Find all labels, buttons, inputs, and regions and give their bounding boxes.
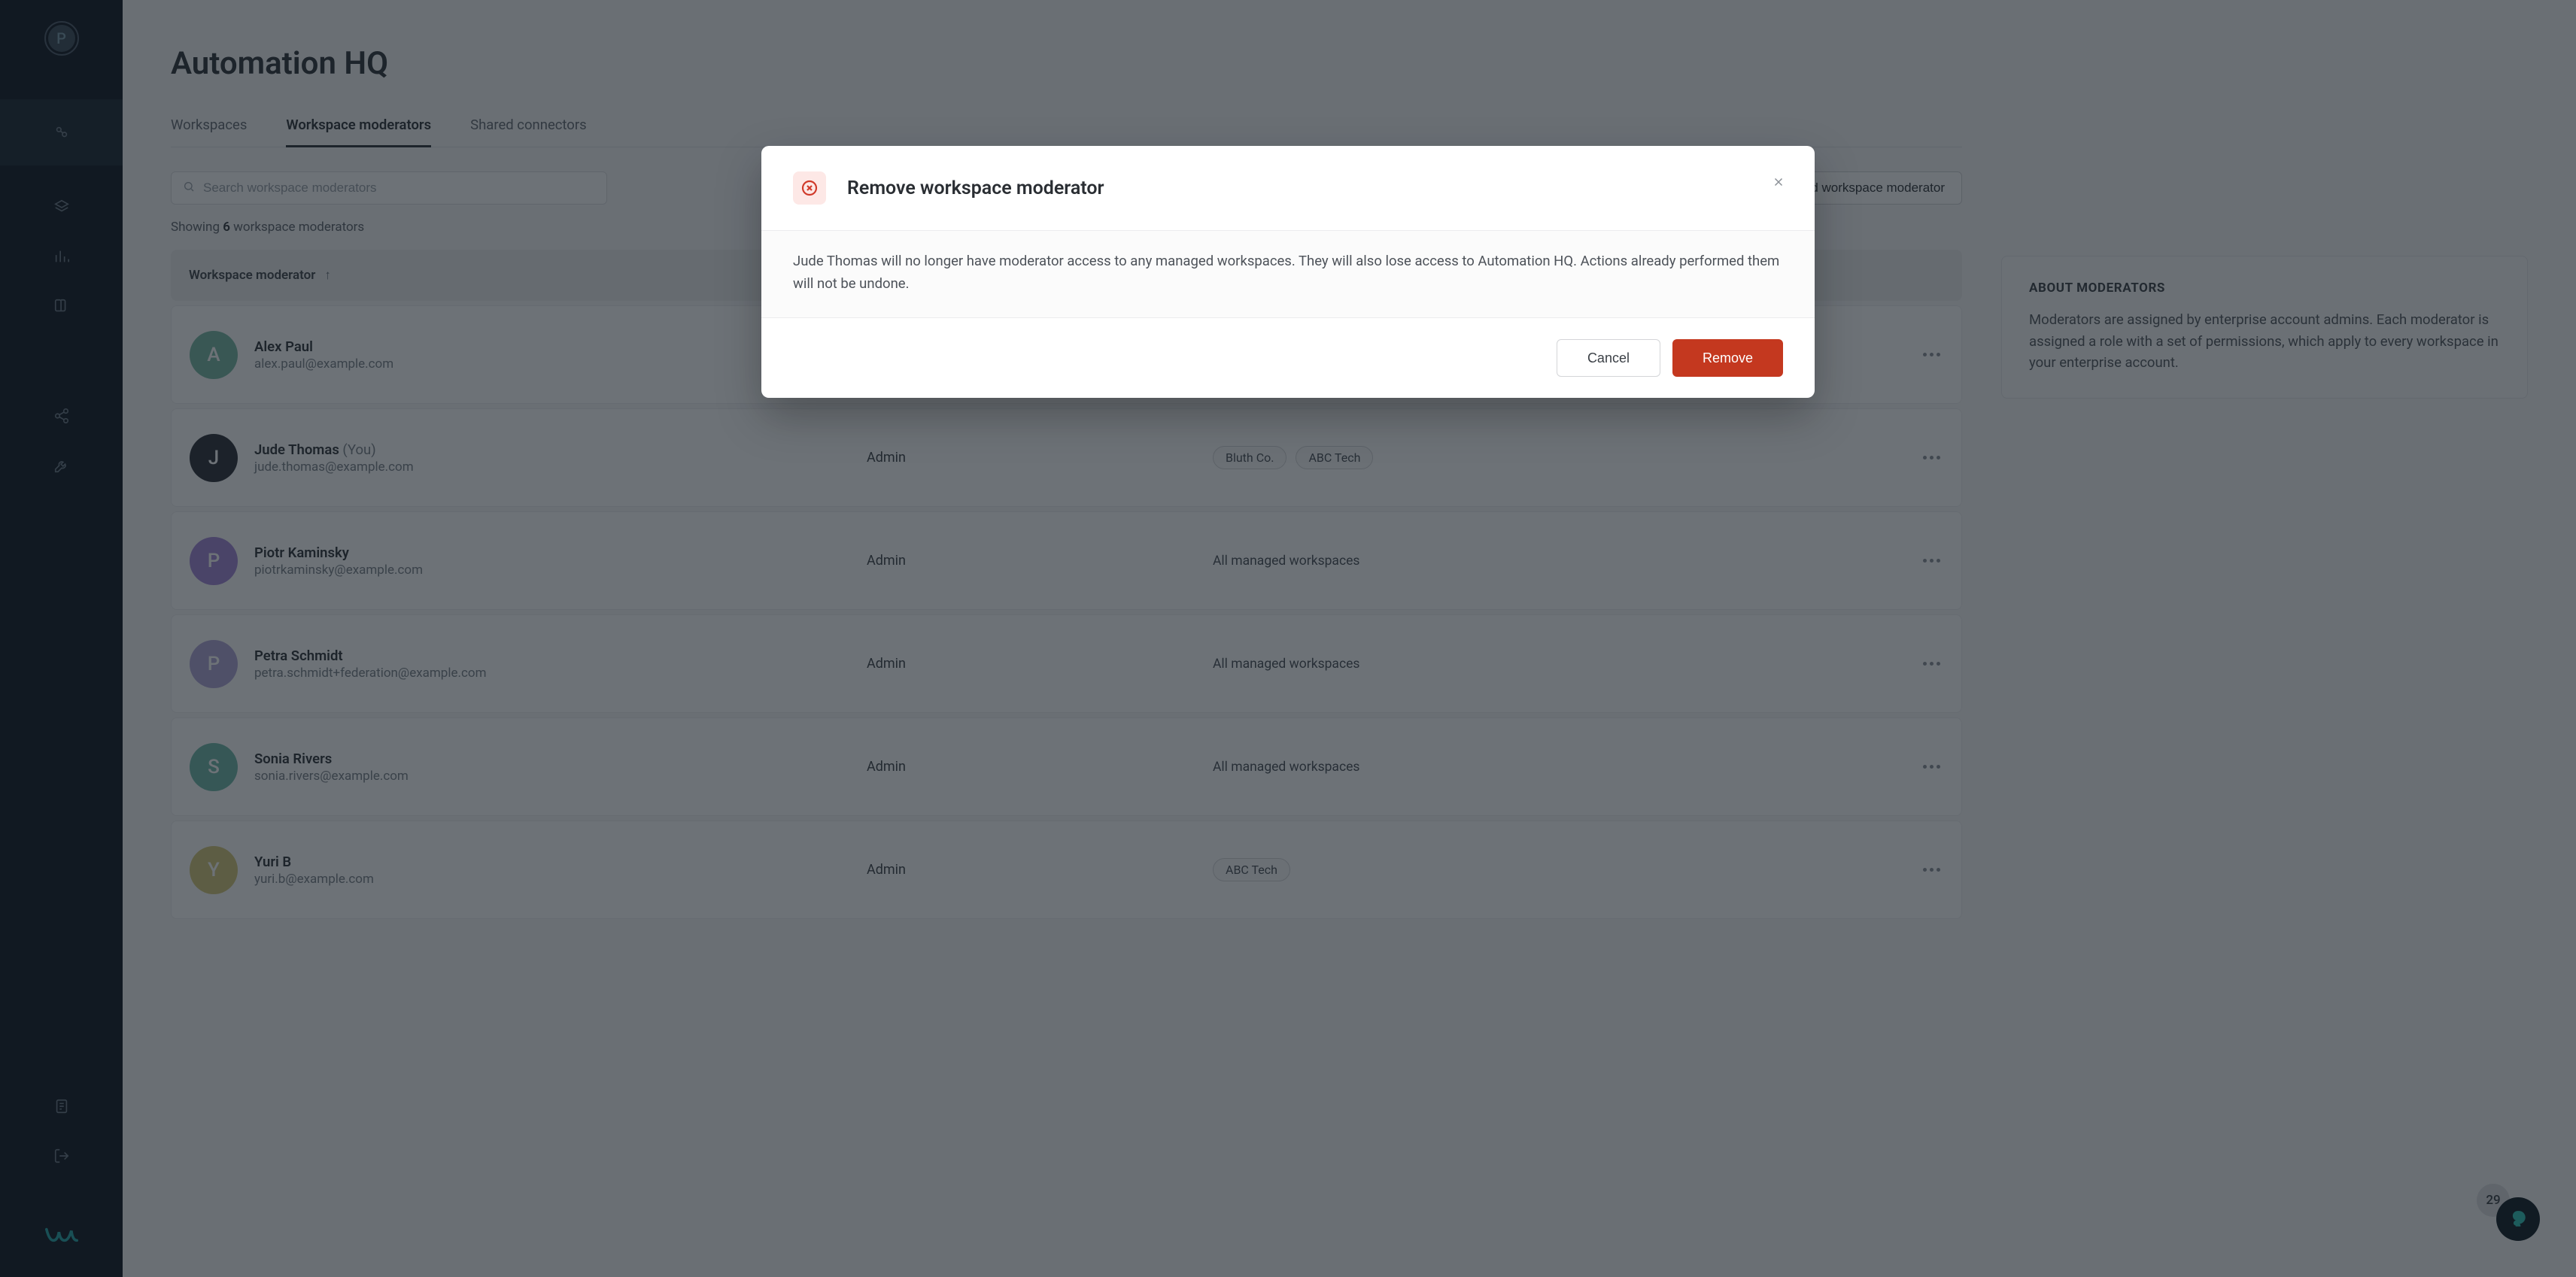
close-icon[interactable] bbox=[1769, 173, 1788, 191]
cancel-button[interactable]: Cancel bbox=[1557, 339, 1660, 377]
remove-moderator-modal: Remove workspace moderator Jude Thomas w… bbox=[761, 146, 1815, 398]
modal-title: Remove workspace moderator bbox=[847, 177, 1104, 199]
remove-button[interactable]: Remove bbox=[1672, 339, 1783, 377]
modal-body: Jude Thomas will no longer have moderato… bbox=[761, 230, 1815, 318]
warning-icon bbox=[793, 171, 826, 205]
modal-overlay[interactable]: Remove workspace moderator Jude Thomas w… bbox=[0, 0, 2576, 1277]
